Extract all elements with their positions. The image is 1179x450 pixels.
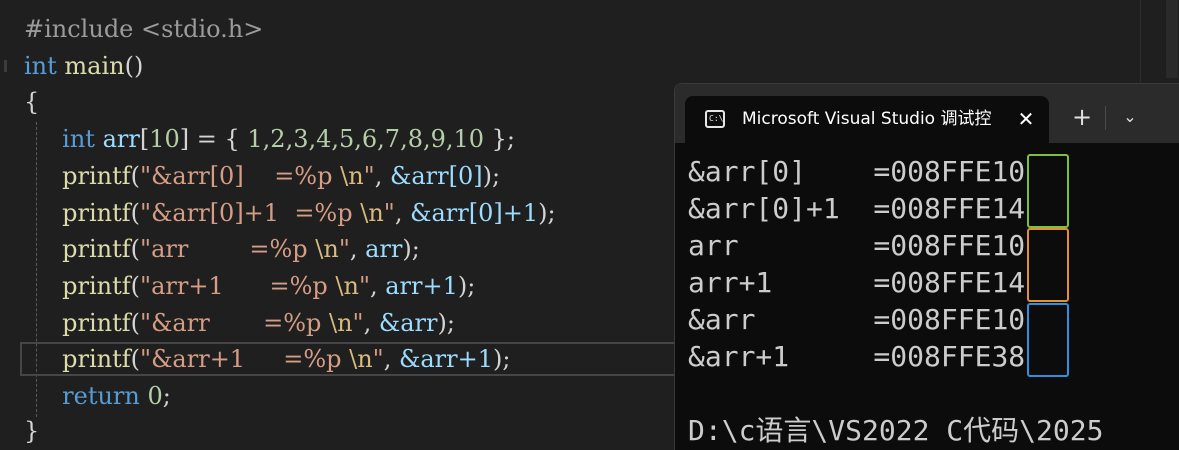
escape-seq: \n <box>340 162 364 190</box>
code-line-2[interactable]: int main() <box>24 48 143 85</box>
close-icon[interactable]: ✕ <box>1013 106 1039 132</box>
terminal-tab-bar: C:\ Microsoft Visual Studio 调试控制台 ✕ + ⌄ <box>675 84 1179 143</box>
variable: arr <box>102 125 140 153</box>
string-literal: "&arr[0]+1 =%p <box>140 199 361 227</box>
string-end: " <box>358 272 370 300</box>
output-text: arr+1 =008FFE <box>688 266 992 299</box>
string-literal: "&arr+1 =%p <box>140 345 350 373</box>
argument: &arr[0]+1 <box>410 199 539 227</box>
address-suffix: 14 <box>991 192 1026 225</box>
output-text: &arr+1 =008FFE <box>688 340 992 373</box>
code-line-6[interactable]: printf("&arr[0]+1 =%p \n", &arr[0]+1); <box>24 195 556 232</box>
function-call: printf <box>62 272 131 300</box>
address-suffix: 38 <box>991 340 1026 373</box>
stmt-end: ); <box>482 162 501 190</box>
return-value: 0 <box>147 382 163 410</box>
address-suffix: 14 <box>991 266 1026 299</box>
output-text: &arr[0] =008FFE <box>688 155 992 188</box>
output-line: arr+1 =008FFE14 <box>688 264 1179 301</box>
string-literal: "&arr =%p <box>140 309 329 337</box>
code-line-5[interactable]: printf("&arr[0] =%p \n", &arr[0]); <box>24 158 500 195</box>
string-literal: "&arr[0] =%p <box>140 162 341 190</box>
escape-seq: \n <box>335 272 359 300</box>
stmt-end: ); <box>437 309 455 337</box>
output-text: &arr =008FFE <box>688 303 992 336</box>
array-size: 10 <box>149 125 180 153</box>
code-line-12[interactable]: } <box>24 413 39 450</box>
path-line: D:\c语言\VS2022 C代码\2025 <box>688 414 1104 447</box>
terminal-output[interactable]: &arr[0] =008FFE10 &arr[0]+1 =008FFE14 ar… <box>688 153 1179 449</box>
terminal-tab[interactable]: C:\ Microsoft Visual Studio 调试控制台 ✕ <box>685 96 1049 143</box>
argument: arr <box>365 235 403 263</box>
function-name: main <box>64 52 125 80</box>
escape-seq: \n <box>360 199 384 227</box>
output-line: &arr[0]+1 =008FFE14 <box>688 190 1179 227</box>
output-line: arr =008FFE10 <box>688 227 1179 264</box>
escape-seq: \n <box>349 345 373 373</box>
function-call: printf <box>62 235 131 263</box>
address-suffix: 10 <box>991 229 1026 262</box>
stmt-end: ); <box>538 199 556 227</box>
stmt-end: ); <box>492 345 511 373</box>
code-line-10[interactable]: printf("&arr+1 =%p \n", &arr+1); <box>24 341 510 378</box>
tab-title: Microsoft Visual Studio 调试控制台 <box>742 109 992 129</box>
close-brace: } <box>24 417 40 445</box>
escape-seq: \n <box>315 235 339 263</box>
punctuation: () <box>124 52 144 80</box>
highlight-box-blue <box>1027 303 1069 377</box>
argument: arr+1 <box>385 272 458 300</box>
code-line-4[interactable]: int arr[10] = { 1,2,3,4,5,6,7,8,9,10 }; <box>24 121 515 158</box>
output-text: arr =008FFE <box>688 229 992 262</box>
argument: &arr[0] <box>389 162 483 190</box>
array-values: 1,2,3,4,5,6,7,8,9,10 <box>247 125 485 153</box>
debug-console-window[interactable]: C:\ Microsoft Visual Studio 调试控制台 ✕ + ⌄ … <box>674 83 1179 450</box>
include-directive: #include <stdio.h> <box>24 15 264 43</box>
function-call: printf <box>62 309 131 337</box>
new-tab-button[interactable]: + <box>1069 104 1095 130</box>
address-suffix: 10 <box>991 303 1026 336</box>
code-line-1[interactable]: #include <stdio.h> <box>24 11 263 48</box>
function-call: printf <box>62 345 131 373</box>
tab-separator <box>1105 106 1106 130</box>
terminal-icon: C:\ <box>705 110 725 128</box>
chevron-down-icon[interactable]: ⌄ <box>1117 104 1143 130</box>
function-call: printf <box>62 162 131 190</box>
string-end: " <box>372 345 384 373</box>
highlight-box-green <box>1027 154 1069 228</box>
code-line-8[interactable]: printf("arr+1 =%p \n", arr+1); <box>24 268 475 305</box>
open-brace: { <box>24 88 40 116</box>
highlight-box-orange <box>1027 228 1069 302</box>
keyword: int <box>62 125 95 153</box>
output-line-blank <box>688 375 1179 412</box>
punctuation: ; <box>162 382 171 410</box>
output-text: &arr[0]+1 =008FFE <box>688 192 992 225</box>
string-end: " <box>338 235 350 263</box>
fold-marker[interactable] <box>4 60 7 72</box>
code-line-9[interactable]: printf("&arr =%p \n", &arr); <box>24 305 455 342</box>
keyword: return <box>62 382 140 410</box>
function-call: printf <box>62 199 131 227</box>
argument: &arr+1 <box>398 345 493 373</box>
stmt-end: ); <box>402 235 420 263</box>
string-end: " <box>363 162 375 190</box>
address-suffix: 10 <box>991 155 1026 188</box>
output-line: &arr+1 =008FFE38 <box>688 338 1179 375</box>
code-line-11[interactable]: return 0; <box>24 378 171 415</box>
string-literal: "arr+1 =%p <box>140 272 336 300</box>
stmt-end: ); <box>457 272 476 300</box>
editor-scrollbar-thumb[interactable] <box>1166 0 1178 78</box>
string-end: " <box>383 199 395 227</box>
output-line: &arr[0] =008FFE10 <box>688 153 1179 190</box>
string-end: " <box>352 309 364 337</box>
code-line-3[interactable]: { <box>24 84 39 121</box>
output-line: &arr =008FFE10 <box>688 301 1179 338</box>
argument: &arr <box>378 309 438 337</box>
keyword: int <box>24 52 57 80</box>
code-line-7[interactable]: printf("arr =%p \n", arr); <box>24 231 420 268</box>
escape-seq: \n <box>329 309 353 337</box>
string-literal: "arr =%p <box>140 235 316 263</box>
